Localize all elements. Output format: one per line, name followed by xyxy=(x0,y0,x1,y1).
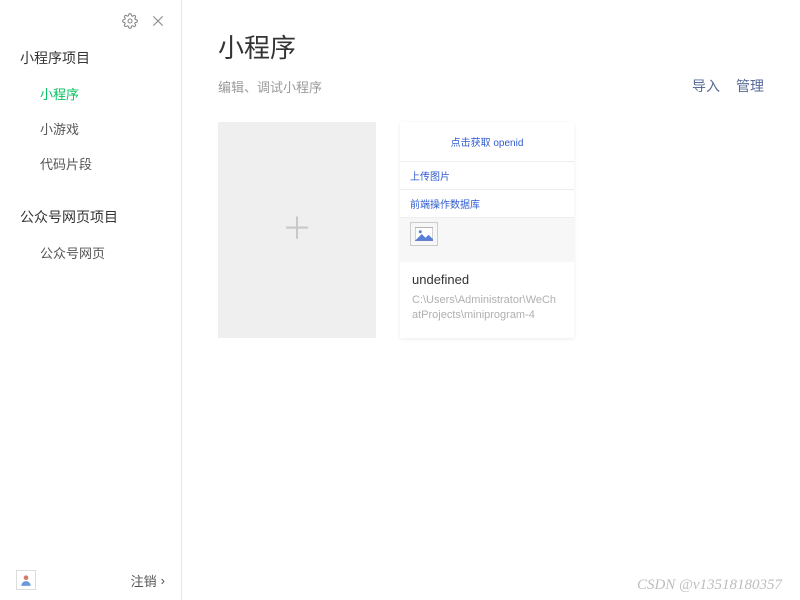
gear-icon[interactable] xyxy=(121,12,139,30)
section-title-oaweb: 公众号网页项目 xyxy=(0,199,181,235)
page-title: 小程序 xyxy=(218,28,322,65)
project-path: C:\Users\Administrator\WeChatProjects\mi… xyxy=(412,293,562,324)
chevron-right-icon: › xyxy=(161,573,165,588)
manage-button[interactable]: 管理 xyxy=(736,76,764,96)
logout-label: 注销 xyxy=(131,571,157,590)
preview-openid-row: 点击获取 openid xyxy=(400,122,574,162)
preview-db-row: 前端操作数据库 xyxy=(400,190,574,218)
page-subtitle: 编辑、调试小程序 xyxy=(218,77,322,96)
sidebar: 小程序项目 小程序 小游戏 代码片段 公众号网页项目 公众号网页 注销 › xyxy=(0,0,182,600)
image-icon xyxy=(410,222,438,246)
logout-button[interactable]: 注销 › xyxy=(131,571,165,590)
project-list: ＋ 点击获取 openid 上传图片 前端操作数据库 undefined C:\… xyxy=(218,122,764,338)
project-name: undefined xyxy=(412,272,562,287)
sidebar-item-snippet[interactable]: 代码片段 xyxy=(0,146,181,181)
header-actions: 导入 管理 xyxy=(692,76,764,96)
close-icon[interactable] xyxy=(149,12,167,30)
plus-icon: ＋ xyxy=(282,215,312,245)
sidebar-item-oaweb[interactable]: 公众号网页 xyxy=(0,235,181,270)
sidebar-item-miniprogram[interactable]: 小程序 xyxy=(0,76,181,111)
content-area: 小程序 编辑、调试小程序 导入 管理 ＋ 点击获取 openid 上传图片 前端… xyxy=(182,0,800,600)
new-project-card[interactable]: ＋ xyxy=(218,122,376,338)
sidebar-item-minigame[interactable]: 小游戏 xyxy=(0,111,181,146)
preview-upload-row: 上传图片 xyxy=(400,162,574,190)
avatar[interactable] xyxy=(16,570,36,590)
watermark: CSDN @v13518180357 xyxy=(637,577,782,594)
project-preview: 点击获取 openid 上传图片 前端操作数据库 xyxy=(400,122,574,262)
project-card[interactable]: 点击获取 openid 上传图片 前端操作数据库 undefined C:\Us… xyxy=(400,122,574,338)
section-title-miniprogram: 小程序项目 xyxy=(0,40,181,76)
import-button[interactable]: 导入 xyxy=(692,76,720,96)
window-controls xyxy=(0,0,181,40)
